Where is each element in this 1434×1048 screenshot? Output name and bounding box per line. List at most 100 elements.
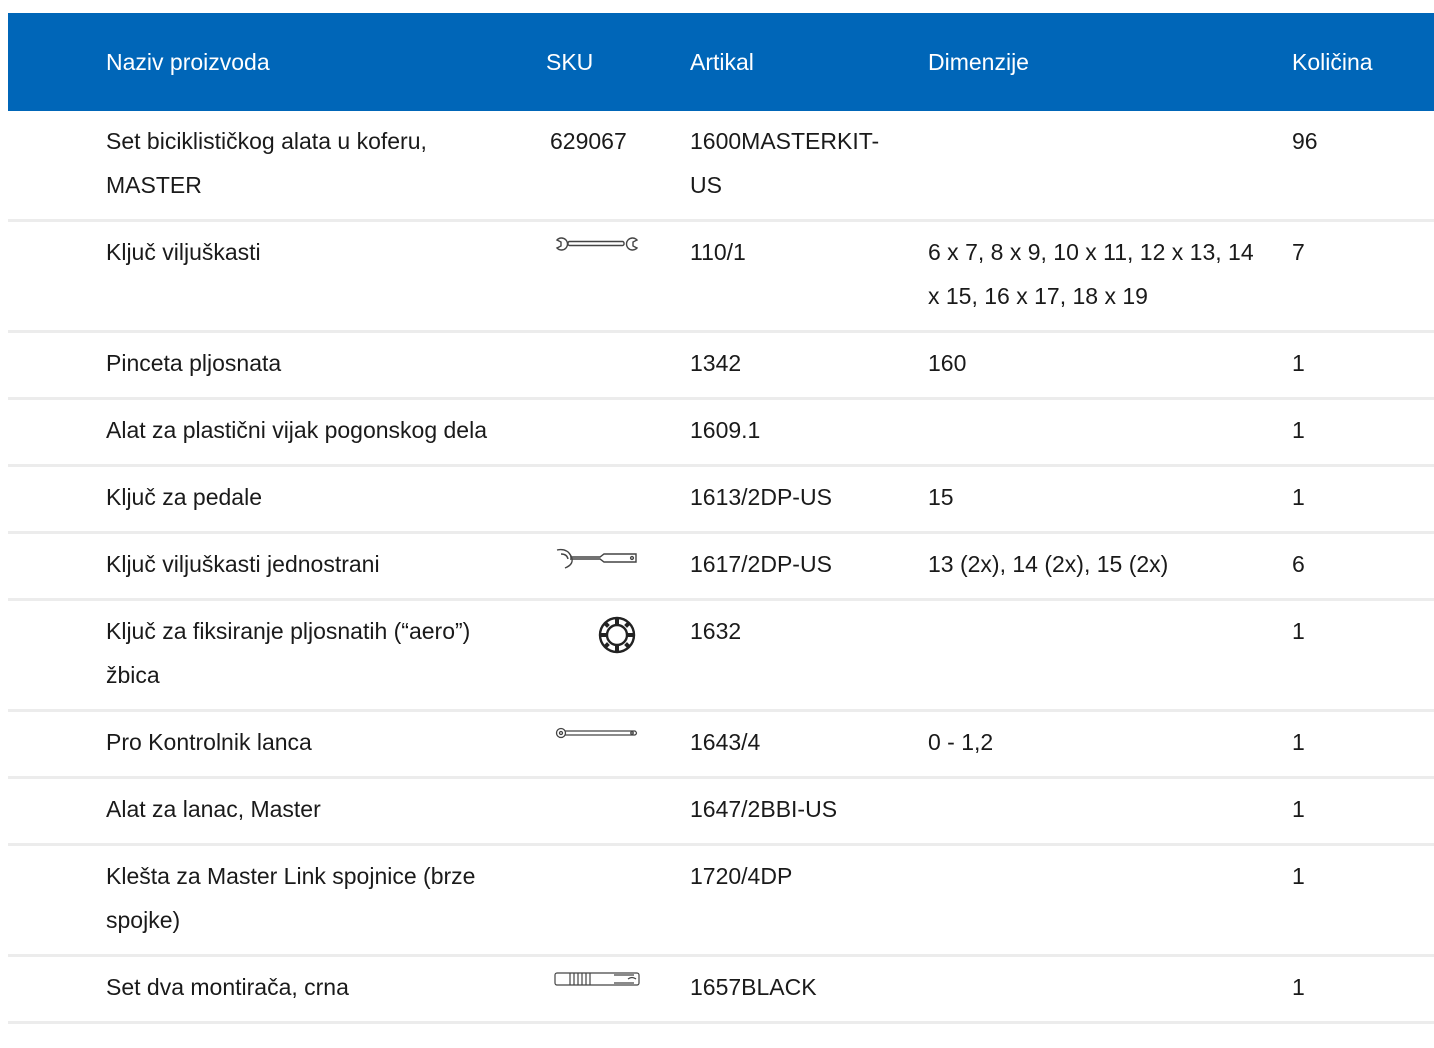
cell-name: Ključ viljuškasti bbox=[8, 220, 548, 333]
product-name: Ključ viljuškasti bbox=[106, 239, 261, 265]
product-name: Set biciklističkog alata u koferu, MASTE… bbox=[106, 128, 427, 198]
product-quantity: 6 bbox=[1292, 551, 1305, 577]
table-body: Set biciklističkog alata u koferu, MASTE… bbox=[8, 111, 1434, 1024]
product-quantity: 1 bbox=[1292, 350, 1305, 376]
chain-checker-icon bbox=[554, 726, 640, 766]
column-header-dimensions[interactable]: Dimenzije bbox=[928, 13, 1292, 111]
cell-sku bbox=[548, 955, 690, 1024]
product-article: 1647/2BBI-US bbox=[690, 796, 838, 822]
cell-name: Pro Kontrolnik lanca bbox=[8, 710, 548, 779]
cell-quantity: 96 bbox=[1292, 111, 1434, 222]
cell-article: 1613/2DP-US bbox=[690, 465, 928, 534]
product-name: Ključ viljuškasti jednostrani bbox=[106, 551, 380, 577]
table-row-2: Ključ viljuškasti 110/1 6 x 7, 8 x 9, 10… bbox=[8, 220, 1434, 333]
cell-quantity: 1 bbox=[1292, 398, 1434, 467]
cell-quantity: 6 bbox=[1292, 532, 1434, 601]
cell-dimensions: 160 bbox=[928, 331, 1292, 400]
open-end-wrench-icon bbox=[554, 232, 640, 272]
cell-name: Ključ za pedale bbox=[8, 465, 548, 534]
product-quantity: 96 bbox=[1292, 128, 1318, 154]
product-quantity: 1 bbox=[1292, 484, 1305, 510]
cell-name: Ključ viljuškasti jednostrani bbox=[8, 532, 548, 601]
cell-sku bbox=[548, 844, 690, 957]
product-name: Alat za lanac, Master bbox=[106, 796, 321, 822]
product-quantity: 1 bbox=[1292, 863, 1305, 889]
cell-name: Ključ za fiksiranje pljosnatih (“aero”) … bbox=[8, 599, 548, 712]
cell-dimensions: 6 x 7, 8 x 9, 10 x 11, 12 x 13, 14 x 15,… bbox=[928, 220, 1292, 333]
column-header-article[interactable]: Artikal bbox=[690, 13, 928, 111]
cell-sku bbox=[548, 599, 690, 712]
table-row-1: Set biciklističkog alata u koferu, MASTE… bbox=[8, 111, 1434, 222]
product-quantity: 1 bbox=[1292, 974, 1305, 1000]
cell-sku bbox=[548, 331, 690, 400]
cell-dimensions bbox=[928, 398, 1292, 467]
cell-article: 1342 bbox=[690, 331, 928, 400]
product-name: Ključ za fiksiranje pljosnatih (“aero”) … bbox=[106, 618, 471, 688]
product-quantity: 1 bbox=[1292, 417, 1305, 443]
cell-quantity: 7 bbox=[1292, 220, 1434, 333]
cell-article: 1632 bbox=[690, 599, 928, 712]
table-row-9: Alat za lanac, Master 1647/2BBI-US 1 bbox=[8, 777, 1434, 846]
product-name: Alat za plastični vijak pogonskog dela bbox=[106, 417, 488, 443]
product-article: 1600MASTERKIT-US bbox=[690, 128, 880, 198]
cell-article: 1643/4 bbox=[690, 710, 928, 779]
cell-quantity: 1 bbox=[1292, 777, 1434, 846]
product-article: 1613/2DP-US bbox=[690, 484, 832, 510]
product-quantity: 1 bbox=[1292, 729, 1305, 755]
products-table-container: Naziv proizvoda SKU Artikal Dimenzije Ko… bbox=[8, 13, 1434, 1024]
product-dimensions: 0 - 1,2 bbox=[928, 729, 994, 755]
cell-sku: 629067 bbox=[548, 111, 690, 222]
spoke-key-icon bbox=[554, 615, 640, 655]
cell-sku bbox=[548, 220, 690, 333]
table-row-11: Set dva montirača, crna 1657BLACK 1 bbox=[8, 955, 1434, 1024]
cell-dimensions: 13 (2x), 14 (2x), 15 (2x) bbox=[928, 532, 1292, 601]
cell-sku bbox=[548, 398, 690, 467]
product-name: Klešta za Master Link spojnice (brze spo… bbox=[106, 863, 476, 933]
cell-dimensions bbox=[928, 844, 1292, 957]
product-name: Ključ za pedale bbox=[106, 484, 262, 510]
cell-quantity: 1 bbox=[1292, 331, 1434, 400]
cell-quantity: 1 bbox=[1292, 955, 1434, 1024]
product-name: Pro Kontrolnik lanca bbox=[106, 729, 312, 755]
table-row-4: Alat za plastični vijak pogonskog dela 1… bbox=[8, 398, 1434, 467]
cell-name: Pinceta pljosnata bbox=[8, 331, 548, 400]
cell-article: 1720/4DP bbox=[690, 844, 928, 957]
cell-quantity: 1 bbox=[1292, 599, 1434, 712]
cell-sku bbox=[548, 710, 690, 779]
single-open-end-wrench-icon bbox=[554, 546, 640, 586]
cell-dimensions bbox=[928, 777, 1292, 846]
product-article: 1720/4DP bbox=[690, 863, 793, 889]
product-name: Set dva montirača, crna bbox=[106, 974, 349, 1000]
product-dimensions: 15 bbox=[928, 484, 954, 510]
cell-sku bbox=[548, 532, 690, 601]
cell-name: Klešta za Master Link spojnice (brze spo… bbox=[8, 844, 548, 957]
cell-name: Alat za plastični vijak pogonskog dela bbox=[8, 398, 548, 467]
cell-quantity: 1 bbox=[1292, 844, 1434, 957]
cell-sku bbox=[548, 465, 690, 534]
column-header-name[interactable]: Naziv proizvoda bbox=[8, 13, 548, 111]
cell-article: 1617/2DP-US bbox=[690, 532, 928, 601]
product-dimensions: 13 (2x), 14 (2x), 15 (2x) bbox=[928, 551, 1169, 577]
cell-article: 110/1 bbox=[690, 220, 928, 333]
cell-sku bbox=[548, 777, 690, 846]
cell-name: Set biciklističkog alata u koferu, MASTE… bbox=[8, 111, 548, 222]
cell-article: 1647/2BBI-US bbox=[690, 777, 928, 846]
table-header-row: Naziv proizvoda SKU Artikal Dimenzije Ko… bbox=[8, 13, 1434, 111]
cell-dimensions: 15 bbox=[928, 465, 1292, 534]
cell-article: 1609.1 bbox=[690, 398, 928, 467]
table-row-7: Ključ za fiksiranje pljosnatih (“aero”) … bbox=[8, 599, 1434, 712]
cell-name: Alat za lanac, Master bbox=[8, 777, 548, 846]
product-article: 1609.1 bbox=[690, 417, 761, 443]
column-header-quantity[interactable]: Količina bbox=[1292, 13, 1434, 111]
column-header-sku[interactable]: SKU bbox=[546, 13, 690, 111]
tire-lever-icon bbox=[554, 969, 640, 1009]
product-article: 1657BLACK bbox=[690, 974, 817, 1000]
table-row-5: Ključ za pedale 1613/2DP-US 15 1 bbox=[8, 465, 1434, 534]
cell-dimensions: 0 - 1,2 bbox=[928, 710, 1292, 779]
cell-dimensions bbox=[928, 599, 1292, 712]
product-quantity: 1 bbox=[1292, 618, 1305, 644]
cell-dimensions bbox=[928, 111, 1292, 222]
product-article: 1342 bbox=[690, 350, 742, 376]
cell-dimensions bbox=[928, 955, 1292, 1024]
table-header: Naziv proizvoda SKU Artikal Dimenzije Ko… bbox=[8, 13, 1434, 111]
